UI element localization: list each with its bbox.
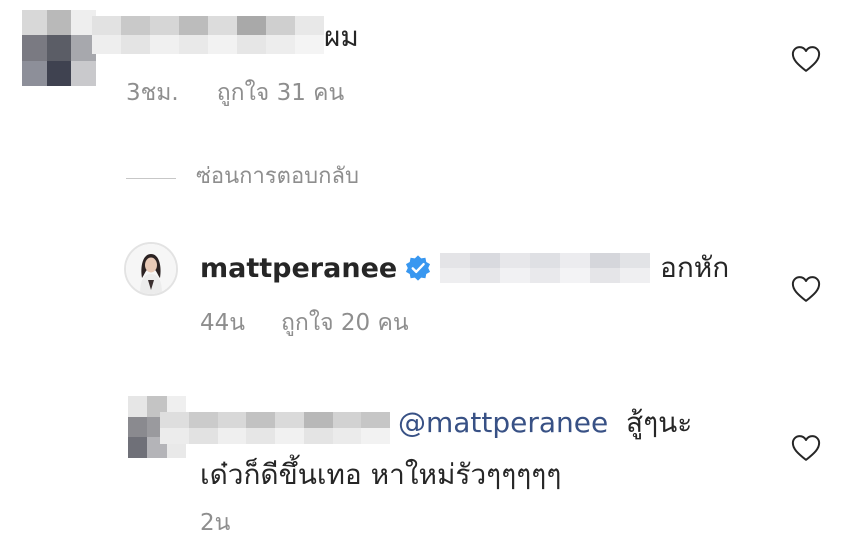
reply-text-censored <box>440 253 650 283</box>
username-censored[interactable] <box>160 412 390 444</box>
hide-replies-button[interactable]: ซ่อนการตอบกลับ <box>196 161 359 193</box>
reply-meta: 44น ถูกใจ 20 คน <box>200 307 409 339</box>
comment-meta: 3ชม. ถูกใจ 31 คน <box>126 78 344 108</box>
reply-text: สู้ๆนะ <box>626 406 693 439</box>
comment-likes[interactable]: ถูกใจ 31 คน <box>217 80 345 106</box>
username-censored[interactable] <box>92 16 324 54</box>
avatar-portrait-icon <box>126 244 176 294</box>
heart-icon[interactable] <box>791 45 821 73</box>
reply-likes[interactable]: ถูกใจ 20 คน <box>281 310 409 336</box>
hide-replies-divider <box>126 178 176 179</box>
reply-time: 44น <box>200 310 245 336</box>
reply-text-continued: เด๋วก็ดีขึ้นเทอ หาใหม่รัวๆๆๆๆๆ <box>200 458 562 491</box>
username[interactable]: mattperanee <box>200 251 397 287</box>
reply-text: อกหัก <box>660 251 730 284</box>
verified-badge-icon <box>405 255 431 281</box>
reply-time: 2น <box>200 510 231 536</box>
heart-icon[interactable] <box>791 434 821 462</box>
mention-link[interactable]: @mattperanee <box>398 404 608 442</box>
heart-icon[interactable] <box>791 275 821 303</box>
comment-time: 3ชม. <box>126 80 179 106</box>
comment-text: ผม <box>324 20 359 53</box>
avatar[interactable] <box>124 242 178 296</box>
avatar-censored[interactable] <box>22 10 96 86</box>
